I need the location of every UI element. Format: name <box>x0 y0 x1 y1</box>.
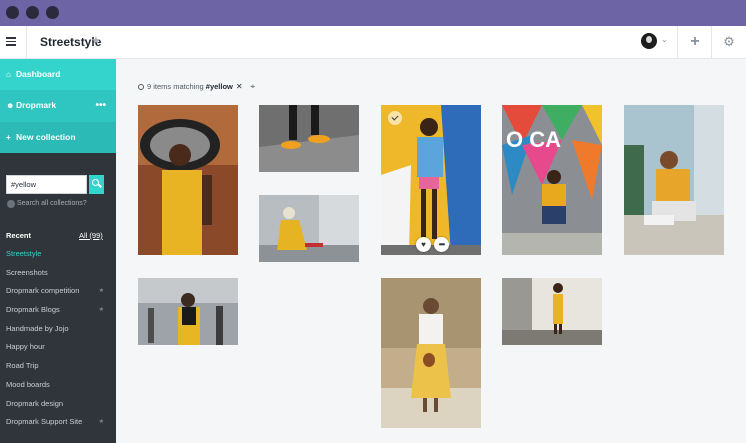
recent-item[interactable]: Dropmark Support Site ★ <box>0 413 116 432</box>
image-thumbnail[interactable] <box>381 278 481 428</box>
sidebar-item-dashboard[interactable]: ⌂ Dashboard <box>0 59 116 90</box>
recent-item[interactable]: Streetstyle <box>0 245 116 264</box>
sidebar-item-dropmark[interactable]: ☻ Dropmark ••• <box>0 90 116 122</box>
image-thumbnail[interactable] <box>138 278 238 345</box>
search-all-label[interactable]: Search all collections? <box>17 200 87 207</box>
sidebar-item-label: New collection <box>16 132 76 142</box>
star-icon[interactable]: ★ <box>99 282 104 301</box>
more-options-button[interactable]: ••• <box>434 237 449 252</box>
more-icon: ••• <box>438 240 445 249</box>
svg-text:O CA: O CA <box>506 127 561 152</box>
filter-tag: #yellow <box>205 82 233 91</box>
recent-item[interactable]: Dropmark Blogs ★ <box>0 301 116 320</box>
search-input[interactable]: #yellow <box>6 175 87 194</box>
team-icon: ☻ <box>6 101 15 110</box>
top-bar: Streetstyle ★ ⌄ + ⚙ <box>0 26 746 59</box>
select-checkbox[interactable] <box>388 111 402 125</box>
divider <box>26 26 27 59</box>
menu-icon[interactable] <box>6 37 16 46</box>
chevron-down-icon[interactable]: ⌄ <box>661 35 668 44</box>
recent-heading: Recent <box>6 231 32 240</box>
star-icon[interactable]: ★ <box>91 34 101 47</box>
sidebar: ⌂ Dashboard ☻ Dropmark ••• + New collection… <box>0 59 116 443</box>
main-content: 9 items matching #yellow ✕ ⌖ ♥ ••• O CA <box>116 59 746 443</box>
window-titlebar <box>0 0 746 26</box>
image-thumbnail[interactable] <box>259 105 359 172</box>
sidebar-item-label: Dashboard <box>16 69 61 79</box>
image-thumbnail[interactable] <box>624 105 724 255</box>
more-options-icon[interactable]: ••• <box>95 90 106 121</box>
all-collections-link[interactable]: All (99) <box>79 231 103 240</box>
star-icon[interactable]: ★ <box>99 413 104 432</box>
recent-item[interactable]: Screenshots <box>0 264 116 283</box>
image-thumbnail[interactable]: O CA <box>502 105 602 255</box>
minimize-window-button[interactable] <box>26 6 39 19</box>
tag-icon[interactable]: ⌖ <box>251 82 256 92</box>
gear-icon: ⚙ <box>723 34 735 49</box>
search-all-checkbox[interactable] <box>7 200 15 208</box>
home-icon: ⌂ <box>6 70 11 79</box>
favorite-button[interactable]: ♥ <box>416 237 431 252</box>
star-icon[interactable]: ★ <box>99 301 104 320</box>
recent-item[interactable]: Handmade by Jojo <box>0 320 116 339</box>
recent-item[interactable]: Happy hour <box>0 338 116 357</box>
close-window-button[interactable] <box>6 6 19 19</box>
filter-summary: 9 items matching #yellow ✕ ⌖ <box>138 82 255 92</box>
image-thumbnail[interactable] <box>138 105 238 255</box>
search-icon <box>138 84 144 90</box>
recent-item[interactable]: Mood boards <box>0 376 116 395</box>
search-button[interactable] <box>89 175 104 194</box>
image-thumbnail[interactable] <box>502 278 602 345</box>
image-thumbnail[interactable] <box>259 195 359 262</box>
clear-filter-icon[interactable]: ✕ <box>236 82 243 91</box>
filter-count: 9 items matching <box>147 82 204 91</box>
plus-icon: + <box>6 133 11 142</box>
new-collection-button[interactable]: + New collection <box>0 122 116 153</box>
image-thumbnail[interactable]: ♥ ••• <box>381 105 481 255</box>
recent-item[interactable]: Dropmark design <box>0 395 116 414</box>
recent-item[interactable]: Road Trip <box>0 357 116 376</box>
sidebar-item-label: Dropmark <box>16 100 57 110</box>
settings-button[interactable]: ⚙ <box>712 26 746 59</box>
recent-item[interactable]: Dropmark competition ★ <box>0 282 116 301</box>
add-item-button[interactable]: + <box>678 26 712 59</box>
recent-collections-list: Streetstyle Screenshots Dropmark competi… <box>0 245 116 432</box>
heart-icon: ♥ <box>421 240 426 249</box>
maximize-window-button[interactable] <box>46 6 59 19</box>
user-avatar[interactable] <box>641 33 657 49</box>
